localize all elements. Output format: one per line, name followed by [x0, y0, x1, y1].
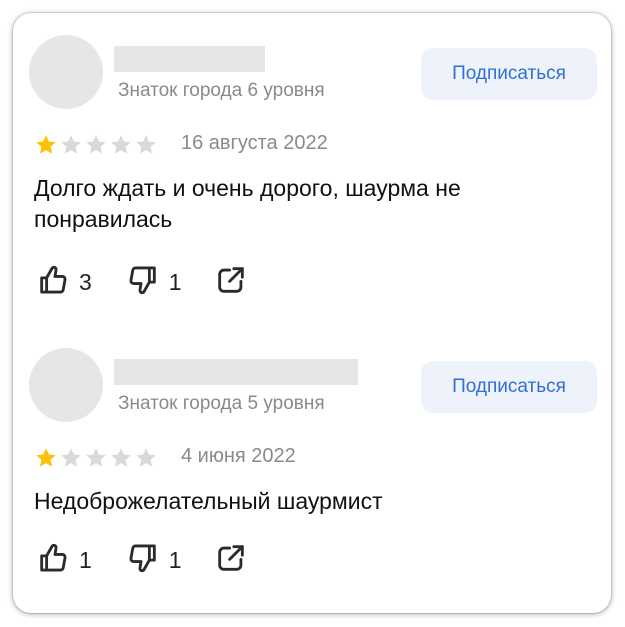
- star-empty-icon: [86, 448, 106, 467]
- share-button[interactable]: [214, 263, 248, 302]
- star-filled-icon: [36, 135, 56, 154]
- thumbs-down-icon: [126, 541, 160, 580]
- like-count: 1: [79, 547, 92, 573]
- star-empty-icon: [86, 135, 106, 154]
- share-button[interactable]: [214, 541, 248, 580]
- dislike-button[interactable]: 1: [126, 541, 182, 580]
- thumbs-up-icon: [36, 541, 70, 580]
- dislike-button[interactable]: 1: [126, 263, 182, 302]
- review-item: Знаток города 6 уровня Подписаться 16 ав…: [13, 13, 611, 313]
- star-empty-icon: [136, 135, 156, 154]
- subscribe-button[interactable]: Подписаться: [421, 48, 597, 100]
- star-filled-icon: [36, 448, 56, 467]
- author-name-placeholder[interactable]: [114, 359, 358, 385]
- author-level: Знаток города 5 уровня: [118, 393, 325, 414]
- rating-stars: [34, 446, 159, 470]
- review-text: Долго ждать и очень дорого, шаурма не по…: [34, 175, 461, 232]
- like-button[interactable]: 3: [36, 263, 92, 302]
- rating-stars: [34, 133, 159, 157]
- like-button[interactable]: 1: [36, 541, 92, 580]
- review-item: Знаток города 5 уровня Подписаться 4 июн…: [13, 326, 611, 626]
- review-text: Недоброжелательный шаурмист: [34, 488, 383, 514]
- star-empty-icon: [61, 448, 81, 467]
- like-count: 3: [79, 269, 92, 295]
- author-level: Знаток города 6 уровня: [118, 80, 325, 101]
- subscribe-button[interactable]: Подписаться: [421, 361, 597, 413]
- reviews-card: Знаток города 6 уровня Подписаться 16 ав…: [13, 13, 611, 613]
- share-icon: [214, 541, 248, 580]
- star-empty-icon: [111, 448, 131, 467]
- avatar[interactable]: [29, 348, 103, 422]
- thumbs-up-icon: [36, 263, 70, 302]
- author-name-placeholder[interactable]: [114, 46, 265, 72]
- review-date: 16 августа 2022: [181, 132, 328, 154]
- review-date: 4 июня 2022: [181, 445, 296, 467]
- star-empty-icon: [61, 135, 81, 154]
- thumbs-down-icon: [126, 263, 160, 302]
- dislike-count: 1: [168, 547, 182, 573]
- star-empty-icon: [136, 448, 156, 467]
- avatar[interactable]: [29, 35, 103, 109]
- review-actions: 3 1: [36, 263, 248, 302]
- share-icon: [214, 263, 248, 302]
- review-actions: 1 1: [36, 541, 248, 580]
- star-empty-icon: [111, 135, 131, 154]
- dislike-count: 1: [168, 269, 182, 295]
